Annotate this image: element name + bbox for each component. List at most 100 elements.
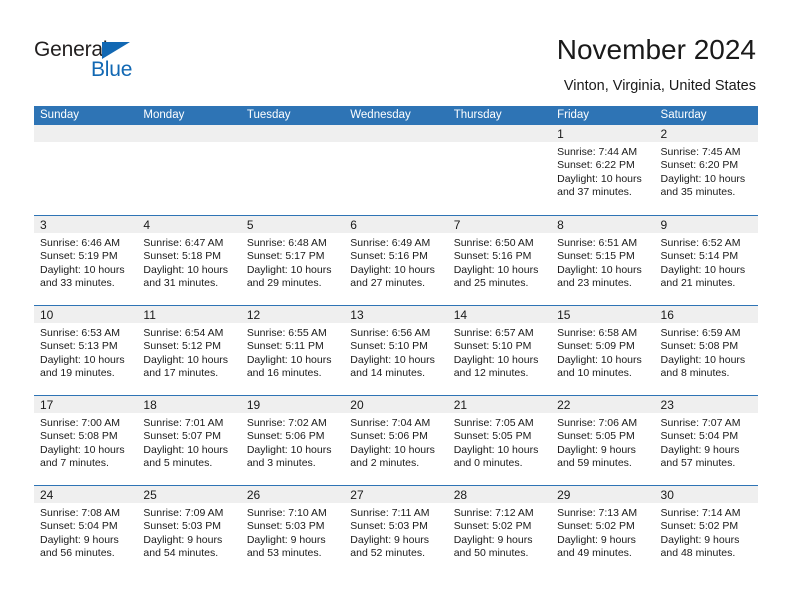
daylight-text-line1: Daylight: 10 hours: [246, 353, 332, 366]
day-sun-info: Sunrise: 7:13 AM Sunset: 5:02 PM Daylight:…: [551, 503, 654, 561]
day-sun-info: Sunrise: 7:45 AM Sunset: 6:20 PM Daylight:…: [655, 142, 758, 200]
daylight-text-line1: Daylight: 9 hours: [40, 533, 119, 546]
daylight-text-line1: Daylight: 10 hours: [143, 263, 229, 276]
day-number: 6: [350, 218, 357, 232]
daylight-text-line2: and 12 minutes.: [453, 367, 529, 380]
calendar-day-cell[interactable]: 27 Sunrise: 7:11 AM Sunset: 5:03 PM Dayligh…: [344, 486, 448, 575]
calendar-day-cell[interactable]: 18 Sunrise: 7:01 AM Sunset: 5:07 PM Dayligh…: [137, 396, 241, 485]
daylight-text-line1: Daylight: 10 hours: [557, 172, 642, 185]
sunrise-text: Sunrise: 6:55 AM: [246, 327, 327, 339]
calendar-day-cell[interactable]: 25 Sunrise: 7:09 AM Sunset: 5:03 PM Dayligh…: [137, 486, 241, 575]
daylight-text-line2: and 16 minutes.: [246, 367, 322, 380]
sunrise-text: Sunrise: 6:54 AM: [143, 327, 224, 339]
day-number-band: 22: [551, 396, 655, 413]
calendar-week-row: 10 Sunrise: 6:53 AM Sunset: 5:13 PM Dayligh…: [34, 305, 758, 395]
sunset-text: Sunset: 5:06 PM: [246, 430, 325, 443]
calendar-day-cell[interactable]: 26 Sunrise: 7:10 AM Sunset: 5:03 PM Dayligh…: [240, 486, 345, 575]
day-number: 22: [557, 398, 571, 412]
daylight-text-line2: and 3 minutes.: [246, 457, 316, 470]
calendar-day-cell[interactable]: 1 Sunrise: 7:44 AM Sunset: 6:22 PM Daylight…: [551, 125, 655, 215]
sunrise-text: Sunrise: 6:46 AM: [40, 237, 120, 249]
sunrise-text: Sunrise: 6:50 AM: [453, 237, 534, 249]
calendar-day-cell[interactable]: 23 Sunrise: 7:07 AM Sunset: 5:04 PM Dayligh…: [654, 396, 758, 485]
sunrise-text: Sunrise: 6:52 AM: [660, 237, 741, 249]
daylight-text-line1: Daylight: 10 hours: [246, 263, 332, 276]
calendar-day-cell[interactable]: 29 Sunrise: 7:13 AM Sunset: 5:02 PM Dayligh…: [551, 486, 655, 575]
sunset-text: Sunset: 5:02 PM: [453, 520, 532, 533]
calendar-day-cell[interactable]: 7 Sunrise: 6:50 AM Sunset: 5:16 PM Daylight…: [447, 216, 552, 305]
sunrise-text: Sunrise: 6:59 AM: [660, 327, 741, 339]
sunrise-text: Sunrise: 6:51 AM: [557, 237, 638, 249]
daylight-text-line1: Daylight: 10 hours: [453, 353, 539, 366]
day-number-band: 13: [344, 306, 448, 323]
sunset-text: Sunset: 5:09 PM: [557, 340, 635, 353]
day-sun-info: Sunrise: 7:04 AM Sunset: 5:06 PM Daylight:…: [344, 413, 447, 471]
calendar-day-cell[interactable]: 17 Sunrise: 7:00 AM Sunset: 5:08 PM Dayligh…: [34, 396, 138, 485]
daylight-text-line2: and 53 minutes.: [246, 547, 322, 560]
calendar-day-cell[interactable]: 11 Sunrise: 6:54 AM Sunset: 5:12 PM Dayligh…: [137, 306, 241, 395]
daylight-text-line1: Daylight: 10 hours: [660, 263, 746, 276]
daylight-text-line1: Daylight: 10 hours: [40, 443, 125, 456]
daylight-text-line2: and 37 minutes.: [557, 186, 632, 199]
calendar-day-cell[interactable]: 30 Sunrise: 7:14 AM Sunset: 5:02 PM Dayligh…: [654, 486, 758, 575]
daylight-text-line2: and 50 minutes.: [453, 547, 529, 560]
day-number-band: 6: [344, 216, 448, 233]
calendar-day-cell[interactable]: 12 Sunrise: 6:55 AM Sunset: 5:11 PM Dayligh…: [240, 306, 345, 395]
general-blue-logo[interactable]: General Blue: [34, 38, 194, 84]
day-number: 8: [557, 218, 564, 232]
page-subtitle-location: Vinton, Virginia, United States: [563, 78, 756, 94]
calendar-day-cell[interactable]: 6 Sunrise: 6:49 AM Sunset: 5:16 PM Daylight…: [344, 216, 448, 305]
day-number-band: 12: [240, 306, 345, 323]
calendar-day-cell[interactable]: 21 Sunrise: 7:05 AM Sunset: 5:05 PM Dayligh…: [447, 396, 552, 485]
sunrise-text: Sunrise: 7:06 AM: [557, 417, 638, 429]
daylight-text-line2: and 14 minutes.: [350, 367, 425, 380]
calendar-day-cell[interactable]: 20 Sunrise: 7:04 AM Sunset: 5:06 PM Dayligh…: [344, 396, 448, 485]
weekday-header-row: Sunday Monday Tuesday Wednesday Thursday…: [34, 106, 758, 125]
day-number-band: 20: [344, 396, 448, 413]
day-sun-info: Sunrise: 7:10 AM Sunset: 5:03 PM Daylight:…: [241, 503, 344, 561]
calendar-day-cell[interactable]: 13 Sunrise: 6:56 AM Sunset: 5:10 PM Dayligh…: [344, 306, 448, 395]
sunset-text: Sunset: 5:03 PM: [350, 520, 428, 533]
daylight-text-line1: Daylight: 10 hours: [660, 353, 746, 366]
day-sun-info: Sunrise: 6:53 AM Sunset: 5:13 PM Daylight:…: [34, 323, 137, 381]
daylight-text-line1: Daylight: 10 hours: [143, 353, 229, 366]
calendar-day-cell[interactable]: 4 Sunrise: 6:47 AM Sunset: 5:18 PM Daylight…: [137, 216, 241, 305]
calendar-day-cell[interactable]: 19 Sunrise: 7:02 AM Sunset: 5:06 PM Dayligh…: [240, 396, 345, 485]
sunset-text: Sunset: 5:10 PM: [350, 340, 428, 353]
day-number-band: 18: [137, 396, 241, 413]
sunset-text: Sunset: 5:08 PM: [660, 340, 739, 353]
daylight-text-line1: Daylight: 9 hours: [143, 533, 223, 546]
calendar-day-cell[interactable]: 8 Sunrise: 6:51 AM Sunset: 5:15 PM Daylight…: [551, 216, 655, 305]
day-sun-info: Sunrise: 6:54 AM Sunset: 5:12 PM Daylight:…: [137, 323, 240, 381]
calendar-day-cell[interactable]: 2 Sunrise: 7:45 AM Sunset: 6:20 PM Daylight…: [654, 125, 758, 215]
calendar-day-cell[interactable]: 16 Sunrise: 6:59 AM Sunset: 5:08 PM Dayligh…: [654, 306, 758, 395]
calendar-day-cell[interactable]: 9 Sunrise: 6:52 AM Sunset: 5:14 PM Daylight…: [654, 216, 758, 305]
calendar-day-cell[interactable]: 22 Sunrise: 7:06 AM Sunset: 5:05 PM Dayligh…: [551, 396, 655, 485]
day-number: 13: [350, 308, 364, 322]
calendar-day-cell[interactable]: 14 Sunrise: 6:57 AM Sunset: 5:10 PM Dayligh…: [447, 306, 552, 395]
calendar-page: General Blue November 2024 Vinton, Virgi…: [0, 0, 792, 612]
triangle-icon: [102, 42, 130, 59]
daylight-text-line1: Daylight: 10 hours: [453, 443, 539, 456]
weekday-header-thursday: Thursday: [453, 109, 502, 121]
calendar-day-cell[interactable]: 3 Sunrise: 6:46 AM Sunset: 5:19 PM Daylight…: [34, 216, 138, 305]
day-sun-info: Sunrise: 7:08 AM Sunset: 5:04 PM Daylight:…: [34, 503, 137, 561]
daylight-text-line2: and 57 minutes.: [660, 457, 736, 470]
day-number-band: 15: [551, 306, 655, 323]
day-number-band: 2: [654, 125, 758, 142]
day-sun-info: Sunrise: 6:49 AM Sunset: 5:16 PM Daylight:…: [344, 233, 447, 291]
calendar-day-cell[interactable]: 5 Sunrise: 6:48 AM Sunset: 5:17 PM Daylight…: [240, 216, 345, 305]
daylight-text-line1: Daylight: 9 hours: [350, 533, 430, 546]
daylight-text-line2: and 29 minutes.: [246, 277, 322, 290]
calendar-day-cell[interactable]: 28 Sunrise: 7:12 AM Sunset: 5:02 PM Dayligh…: [447, 486, 552, 575]
day-number-band: 23: [654, 396, 758, 413]
day-sun-info: Sunrise: 7:12 AM Sunset: 5:02 PM Daylight:…: [448, 503, 551, 561]
daylight-text-line1: Daylight: 10 hours: [350, 263, 435, 276]
calendar-day-cell[interactable]: 15 Sunrise: 6:58 AM Sunset: 5:09 PM Dayligh…: [551, 306, 655, 395]
calendar-day-cell[interactable]: 10 Sunrise: 6:53 AM Sunset: 5:13 PM Dayligh…: [34, 306, 138, 395]
calendar-day-cell[interactable]: 24 Sunrise: 7:08 AM Sunset: 5:04 PM Dayligh…: [34, 486, 138, 575]
calendar-day-cell-empty: [34, 125, 138, 215]
day-number: 4: [143, 218, 151, 232]
logo-text-blue: Blue: [91, 58, 133, 81]
sunrise-text: Sunrise: 7:01 AM: [143, 417, 224, 429]
